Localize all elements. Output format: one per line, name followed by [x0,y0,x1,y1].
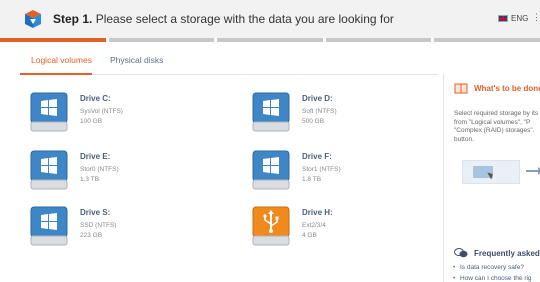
progress-step-2 [108,38,215,42]
step-label: Step 1. [53,12,93,26]
step-description: Please select a storage with the data yo… [95,12,394,26]
help-desc-line: button. [454,135,474,143]
cursor-icon [487,170,495,180]
windows-drive-icon [30,92,68,132]
active-tab-indicator [20,73,92,75]
drive-name: Drive E: [80,152,111,161]
drive-name: Drive F: [302,152,332,161]
windows-drive-icon [252,150,290,190]
drive-filesystem: Stor1 (NTFS) [302,166,341,173]
drive-name: Drive D: [302,94,333,103]
tab-physical-disks[interactable]: Physical disks [110,55,163,69]
progress-step-3 [217,38,323,42]
help-desc-line: from "Logical volumes", "P [454,118,531,126]
header-bar: Step 1. Please select a storage with the… [0,0,540,38]
uk-flag-icon [498,15,508,22]
usb-drive-icon [252,206,290,246]
drive-name: Drive S: [80,208,111,217]
faq-title: Frequently asked q [474,249,540,258]
help-illustration [462,160,520,184]
book-icon [454,83,468,94]
drive-tile-c[interactable]: Drive C: SysVol (NTFS) 100 GB [30,92,210,136]
windows-drive-icon [252,92,290,132]
windows-drive-icon [30,150,68,190]
drive-name: Drive H: [302,208,333,217]
help-panel-title: What's to be done [474,84,540,93]
drive-size: 500 GB [302,118,325,125]
drive-tile-h[interactable]: Drive H: Ext2/3/4 4 GB [252,206,432,250]
windows-drive-icon [30,206,68,246]
chat-bubbles-icon [454,248,468,258]
drive-tile-s[interactable]: Drive S: SSD (NTFS) 223 GB [30,206,210,250]
drive-filesystem: SysVol (NTFS) [80,108,123,115]
language-selector[interactable]: ENG [498,14,528,23]
menu-dots-icon[interactable]: ⋮ [532,12,540,23]
progress-step-5 [434,38,540,42]
progress-step-4 [325,38,432,42]
help-desc-line: "Complex (RAID) storages". [454,127,535,134]
drive-name: Drive C: [80,94,111,103]
drive-filesystem: Soft (NTFS) [302,108,337,115]
step-progress-bar [0,38,540,42]
drive-filesystem: Ext2/3/4 [302,222,326,229]
app-logo-icon [25,10,41,28]
drive-size: 100 GB [80,118,103,125]
drive-size: 1.3 TB [80,176,100,183]
help-desc-line: Select required storage by its [454,110,539,117]
page-title: Step 1. Please select a storage with the… [53,12,394,26]
language-label: ENG [511,14,529,23]
drive-filesystem: SSD (NTFS) [80,222,117,229]
faq-link[interactable]: How can I choose the rig [453,275,532,282]
drive-size: 4 GB [302,232,317,239]
help-panel-description: Select required storage by its from "Log… [454,110,540,144]
drive-filesystem: Stor0 (NTFS) [80,166,119,173]
drive-size: 223 GB [80,232,103,239]
help-panel: What's to be done Select required storag… [443,74,540,282]
drive-tile-f[interactable]: Drive F: Stor1 (NTFS) 1.8 TB [252,150,432,194]
progress-step-1 [0,38,106,42]
drive-tile-e[interactable]: Drive E: Stor0 (NTFS) 1.3 TB [30,150,210,194]
tab-logical-volumes[interactable]: Logical volumes [31,55,92,69]
faq-link[interactable]: Is data recovery safe? [453,264,524,271]
drive-size: 1.8 TB [302,176,322,183]
drive-tile-d[interactable]: Drive D: Soft (NTFS) 500 GB [252,92,432,136]
